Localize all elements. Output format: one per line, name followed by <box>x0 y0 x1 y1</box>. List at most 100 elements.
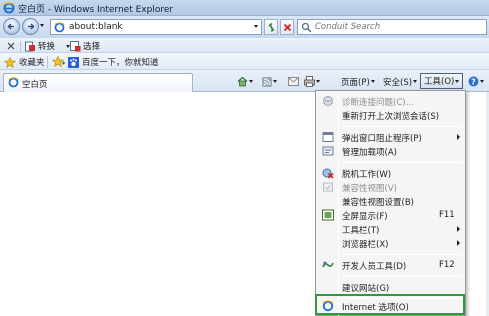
back-button[interactable] <box>3 18 20 35</box>
menu-item-diagnose-connection[interactable]: 诊断连接问题(C)... <box>317 94 465 108</box>
menu-item-manage-addons[interactable]: 管理加载项(A) <box>317 144 465 158</box>
menu-item-shortcut: F12 <box>439 260 455 270</box>
refresh-icon <box>268 23 275 32</box>
svg-text:?: ? <box>471 78 476 87</box>
feeds-button[interactable] <box>262 74 277 89</box>
tools-dropdown-menu: 诊断连接问题(C)... 重新打开上次浏览会话(S) 弹出窗口阻止程序(P) 管… <box>315 90 466 316</box>
home-button[interactable] <box>237 74 253 89</box>
menu-item-shortcut: F11 <box>439 210 455 220</box>
favorites-label: 收藏夹 <box>19 58 45 68</box>
home-dropdown-icon[interactable] <box>249 80 253 83</box>
address-bar[interactable]: about:blank <box>50 19 262 35</box>
print-button[interactable] <box>304 74 320 89</box>
tools-menu-button[interactable]: 工具(O) <box>420 73 464 89</box>
submenu-arrow-icon <box>457 226 460 232</box>
diagnose-icon <box>323 96 333 106</box>
favorites-star-icon <box>4 56 16 68</box>
menu-item-label: 全屏显示(F) <box>342 212 388 222</box>
menu-item-work-offline[interactable]: 脱机工作(W) <box>317 166 465 180</box>
page-menu-dropdown-icon <box>370 80 375 83</box>
tools-menu-label: 工具(O) <box>424 77 455 87</box>
internet-options-highlight-box <box>315 294 465 315</box>
address-url[interactable]: about:blank <box>69 22 123 32</box>
select-button[interactable]: 选择 <box>70 40 100 52</box>
menu-item-label: 工具栏(T) <box>342 226 380 236</box>
developer-tools-icon <box>322 261 334 268</box>
stop-button[interactable] <box>280 19 294 35</box>
close-icon <box>7 42 15 50</box>
help-dropdown-icon[interactable] <box>480 80 484 83</box>
addons-icon <box>322 146 334 156</box>
menu-item-label: 脱机工作(W) <box>342 170 392 180</box>
mail-icon <box>288 77 299 86</box>
menu-item-developer-tools[interactable]: 开发人员工具(D) F12 <box>317 258 465 272</box>
page-ie-icon <box>54 22 65 33</box>
add-favorite-icon <box>52 56 65 67</box>
help-button[interactable]: ? <box>468 74 484 89</box>
stop-x-icon <box>283 23 292 32</box>
safety-menu-dropdown-icon <box>413 80 418 83</box>
convert-button[interactable]: 转换 <box>25 40 71 52</box>
favorites-button[interactable]: 收藏夹 <box>4 56 45 68</box>
search-input[interactable] <box>315 21 483 33</box>
close-toolbar-button[interactable] <box>7 40 15 52</box>
menu-item-label: 建议网站(G) <box>342 284 390 294</box>
menu-item-compatibility-view[interactable]: 兼容性视图(V) <box>317 180 465 194</box>
menu-item-full-screen[interactable]: 全屏显示(F) F11 <box>317 208 465 222</box>
fullscreen-icon <box>322 209 334 221</box>
baidu-paw-icon <box>68 56 79 68</box>
help-icon: ? <box>468 76 479 87</box>
menu-separator <box>341 126 463 127</box>
forward-arrow-icon <box>28 23 35 30</box>
command-toolbar: 转换 选择 <box>0 38 489 53</box>
popup-blocker-icon <box>322 132 334 142</box>
back-arrow-icon <box>7 23 14 30</box>
select-label: 选择 <box>83 42 101 52</box>
work-offline-icon <box>322 168 334 179</box>
recent-pages-dropdown[interactable] <box>40 24 44 27</box>
forward-button[interactable] <box>22 18 39 35</box>
search-box[interactable] <box>297 19 487 35</box>
submenu-arrow-icon <box>457 240 460 246</box>
convert-label: 转换 <box>38 42 56 52</box>
menu-item-popup-blocker[interactable]: 弹出窗口阻止程序(P) <box>317 130 465 144</box>
address-dropdown-icon[interactable] <box>254 25 258 28</box>
menu-item-explorer-bars[interactable]: 浏览器栏(X) <box>317 236 465 250</box>
menu-item-label: 兼容性视图(V) <box>342 184 397 194</box>
tab-bar: 空白页 页面(P) 安全(S) 工具(O) ? <box>0 70 489 92</box>
home-icon <box>237 76 248 87</box>
tab-label: 空白页 <box>22 80 48 90</box>
tab-ie-icon <box>8 77 19 88</box>
menu-item-toolbars[interactable]: 工具栏(T) <box>317 222 465 236</box>
feeds-dropdown-icon[interactable] <box>273 80 277 83</box>
page-menu-button[interactable]: 页面(P) <box>341 74 375 89</box>
menu-separator <box>341 162 463 163</box>
navigation-bar: about:blank <box>0 16 489 38</box>
read-mail-button[interactable] <box>288 74 299 89</box>
title-bar: 空白页 - Windows Internet Explorer <box>0 0 489 16</box>
refresh-button[interactable] <box>264 19 278 35</box>
safety-menu-label: 安全(S) <box>383 77 413 88</box>
menu-item-compatibility-view-settings[interactable]: 兼容性视图设置(B) <box>317 194 465 208</box>
menu-item-label: 管理加载项(A) <box>342 148 397 158</box>
convert-icon <box>25 41 35 51</box>
menu-item-label: 兼容性视图设置(B) <box>342 198 414 208</box>
favorites-bar: 收藏夹 百度一下，你就知道 <box>0 53 489 70</box>
rss-feed-icon <box>262 76 272 87</box>
add-to-favorites-bar-button[interactable] <box>52 56 65 67</box>
menu-item-label: 重新打开上次浏览会话(S) <box>342 112 440 122</box>
menu-item-reopen-session[interactable]: 重新打开上次浏览会话(S) <box>317 108 465 122</box>
safety-menu-button[interactable]: 安全(S) <box>383 74 418 89</box>
menu-item-label: 诊断连接问题(C)... <box>342 98 414 108</box>
tab-blank-page[interactable]: 空白页 <box>3 73 193 92</box>
submenu-arrow-icon <box>457 134 460 140</box>
window-title: 空白页 - Windows Internet Explorer <box>18 5 174 15</box>
ie-logo-icon <box>3 2 15 14</box>
baidu-favorite-link[interactable]: 百度一下，你就知道 <box>68 56 159 68</box>
favorites-divider <box>47 56 48 68</box>
print-dropdown-icon[interactable] <box>316 80 320 83</box>
menu-item-suggested-sites[interactable]: 建议网站(G) <box>317 280 465 294</box>
baidu-link-label[interactable]: 百度一下，你就知道 <box>82 56 159 68</box>
select-icon <box>70 40 81 51</box>
menu-separator <box>341 254 463 255</box>
